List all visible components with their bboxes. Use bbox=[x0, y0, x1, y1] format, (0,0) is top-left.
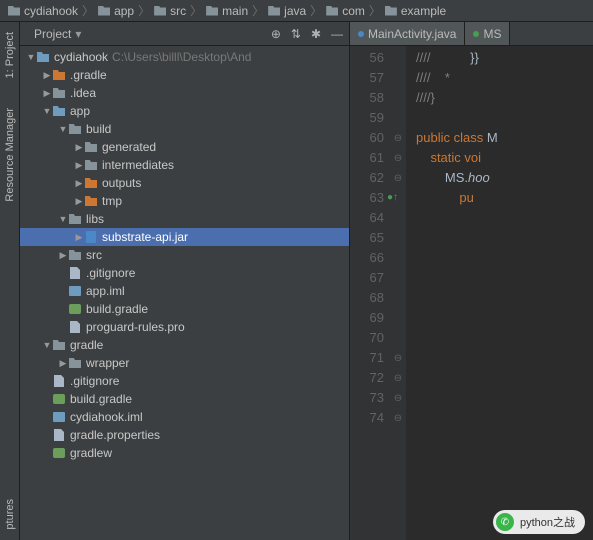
breadcrumb-item[interactable]: example bbox=[381, 4, 450, 18]
code-editor[interactable]: //// }}//// *////}public class M static … bbox=[406, 46, 593, 540]
tree-node[interactable]: gradlew bbox=[20, 444, 349, 462]
editor-tab[interactable]: MS bbox=[465, 22, 510, 45]
tree-node[interactable]: app.iml bbox=[20, 282, 349, 300]
expand-icon[interactable]: ⇅ bbox=[291, 27, 301, 41]
folder-module bbox=[52, 105, 66, 117]
tree-node[interactable]: ▶intermediates bbox=[20, 156, 349, 174]
tree-node[interactable]: .gitignore bbox=[20, 372, 349, 390]
folder-grey bbox=[84, 159, 98, 171]
tree-node[interactable]: ▶substrate-api.jar bbox=[20, 228, 349, 246]
iml-icon bbox=[68, 285, 82, 297]
wechat-icon: ✆ bbox=[496, 513, 514, 531]
editor-tabs: MainActivity.javaMS bbox=[350, 22, 593, 46]
line-gutter: 5657585960616263●↑6465666768697071727374 bbox=[350, 46, 390, 540]
folder-grey bbox=[52, 339, 66, 351]
breadcrumb-item[interactable]: java bbox=[264, 4, 310, 18]
folder-module bbox=[36, 51, 50, 63]
breadcrumb-item[interactable]: src bbox=[150, 4, 190, 18]
file-icon bbox=[52, 375, 66, 387]
hide-icon[interactable]: — bbox=[331, 27, 343, 41]
file-icon bbox=[52, 429, 66, 441]
jar-icon bbox=[84, 231, 98, 243]
folder-grey bbox=[84, 141, 98, 153]
tree-node[interactable]: ▶.idea bbox=[20, 84, 349, 102]
fold-column[interactable]: ⊖⊖⊖⊖⊖⊖⊖ bbox=[390, 46, 406, 540]
settings-icon[interactable]: ✱ bbox=[311, 27, 321, 41]
project-tool-tab[interactable]: 1: Project bbox=[4, 32, 16, 78]
editor-tab[interactable]: MainActivity.java bbox=[350, 22, 465, 45]
project-panel-header: Project ▾ ⊕ ⇅ ✱ — bbox=[20, 22, 349, 46]
tree-node[interactable]: ▼libs bbox=[20, 210, 349, 228]
tree-node[interactable]: gradle.properties bbox=[20, 426, 349, 444]
tree-node[interactable]: proguard-rules.pro bbox=[20, 318, 349, 336]
folder-brown bbox=[84, 195, 98, 207]
tree-node[interactable]: ▼gradle bbox=[20, 336, 349, 354]
tree-node[interactable]: ▶src bbox=[20, 246, 349, 264]
breadcrumb-item[interactable]: app bbox=[94, 4, 138, 18]
tree-node[interactable]: ▶outputs bbox=[20, 174, 349, 192]
tree-node[interactable]: ▶.gradle bbox=[20, 66, 349, 84]
tree-node[interactable]: build.gradle bbox=[20, 390, 349, 408]
tree-node[interactable]: ▼cydiahookC:\Users\billl\Desktop\And bbox=[20, 48, 349, 66]
gradle-icon bbox=[68, 303, 82, 315]
tree-node[interactable]: .gitignore bbox=[20, 264, 349, 282]
tree-node[interactable]: ▶generated bbox=[20, 138, 349, 156]
iml-icon bbox=[52, 411, 66, 423]
project-tree[interactable]: ▼cydiahookC:\Users\billl\Desktop\And▶.gr… bbox=[20, 46, 349, 540]
tree-node[interactable]: ▼build bbox=[20, 120, 349, 138]
breadcrumb: cydiahook〉app〉src〉main〉java〉com〉example bbox=[0, 0, 593, 22]
project-panel: Project ▾ ⊕ ⇅ ✱ — ▼cydiahookC:\Users\bil… bbox=[20, 22, 350, 540]
locate-icon[interactable]: ⊕ bbox=[271, 27, 281, 41]
tree-node[interactable]: cydiahook.iml bbox=[20, 408, 349, 426]
folder-grey bbox=[68, 249, 82, 261]
folder-grey bbox=[68, 357, 82, 369]
gradle-icon bbox=[52, 447, 66, 459]
folder-grey bbox=[52, 87, 66, 99]
file-icon bbox=[68, 267, 82, 279]
editor-area: MainActivity.javaMS 5657585960616263●↑64… bbox=[350, 22, 593, 540]
folder-brown bbox=[52, 69, 66, 81]
watermark-badge: ✆ python之战 bbox=[493, 510, 585, 534]
folder-grey bbox=[68, 213, 82, 225]
breadcrumb-item[interactable]: main bbox=[202, 4, 252, 18]
structures-tab[interactable]: ptures bbox=[4, 499, 16, 530]
file-icon bbox=[68, 321, 82, 333]
breadcrumb-item[interactable]: cydiahook bbox=[4, 4, 82, 18]
breadcrumb-item[interactable]: com bbox=[322, 4, 369, 18]
tool-window-tabs: 1: Project Resource Manager ptures bbox=[0, 22, 20, 540]
folder-grey bbox=[68, 123, 82, 135]
panel-title[interactable]: Project ▾ bbox=[34, 27, 263, 41]
tree-node[interactable]: build.gradle bbox=[20, 300, 349, 318]
tree-node[interactable]: ▶tmp bbox=[20, 192, 349, 210]
resource-manager-tab[interactable]: Resource Manager bbox=[4, 108, 16, 202]
tree-node[interactable]: ▶wrapper bbox=[20, 354, 349, 372]
folder-brown bbox=[84, 177, 98, 189]
tree-node[interactable]: ▼app bbox=[20, 102, 349, 120]
gradle-icon bbox=[52, 393, 66, 405]
